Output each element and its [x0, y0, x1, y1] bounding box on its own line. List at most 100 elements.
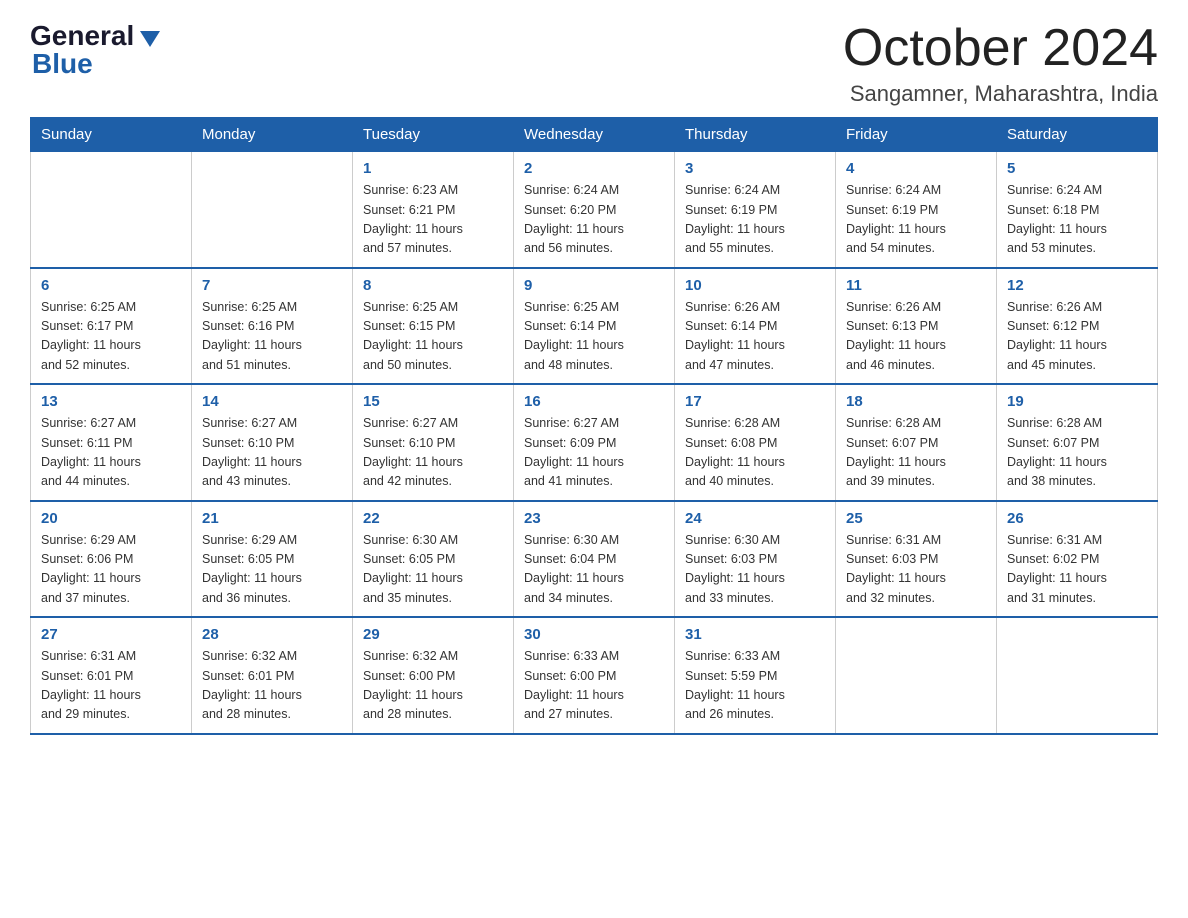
day-info: Sunrise: 6:29 AM Sunset: 6:06 PM Dayligh…	[41, 531, 181, 609]
calendar-cell: 19Sunrise: 6:28 AM Sunset: 6:07 PM Dayli…	[997, 384, 1158, 501]
header-tuesday: Tuesday	[353, 118, 514, 152]
day-info: Sunrise: 6:25 AM Sunset: 6:14 PM Dayligh…	[524, 298, 664, 376]
day-number: 22	[363, 510, 503, 527]
day-number: 19	[1007, 393, 1147, 410]
calendar-header-row: SundayMondayTuesdayWednesdayThursdayFrid…	[31, 118, 1158, 152]
header-monday: Monday	[192, 118, 353, 152]
day-number: 23	[524, 510, 664, 527]
calendar-cell: 6Sunrise: 6:25 AM Sunset: 6:17 PM Daylig…	[31, 268, 192, 385]
calendar-week-row: 27 Sunrise: 6:31 AM Sunset: 6:01 PM Dayli…	[31, 617, 1158, 734]
header-wednesday: Wednesday	[514, 118, 675, 152]
calendar-cell	[192, 152, 353, 268]
day-number: 16	[524, 393, 664, 410]
calendar-table: SundayMondayTuesdayWednesdayThursdayFrid…	[30, 117, 1158, 735]
day-number: 6	[41, 277, 181, 294]
calendar-week-row: 20 Sunrise: 6:29 AM Sunset: 6:06 PM Dayli…	[31, 501, 1158, 618]
day-info: Sunrise: 6:26 AM Sunset: 6:13 PM Dayligh…	[846, 298, 986, 376]
day-number: 28	[202, 626, 342, 643]
day-number: 10	[685, 277, 825, 294]
day-number: 30	[524, 626, 664, 643]
logo: General Blue	[30, 20, 160, 80]
day-number: 24	[685, 510, 825, 527]
day-info: Sunrise: 6:23 AM Sunset: 6:21 PM Dayligh…	[363, 181, 503, 259]
calendar-cell: 11 Sunrise: 6:26 AM Sunset: 6:13 PM Dayli…	[836, 268, 997, 385]
day-info: Sunrise: 6:31 AM Sunset: 6:02 PM Dayligh…	[1007, 531, 1147, 609]
logo-blue-text: Blue	[30, 48, 93, 80]
calendar-week-row: 6Sunrise: 6:25 AM Sunset: 6:17 PM Daylig…	[31, 268, 1158, 385]
calendar-week-row: 1 Sunrise: 6:23 AM Sunset: 6:21 PM Daylig…	[31, 152, 1158, 268]
day-number: 17	[685, 393, 825, 410]
calendar-cell: 4 Sunrise: 6:24 AM Sunset: 6:19 PM Daylig…	[836, 152, 997, 268]
logo-arrow-icon	[140, 31, 160, 47]
day-number: 25	[846, 510, 986, 527]
day-number: 1	[363, 160, 503, 177]
day-number: 15	[363, 393, 503, 410]
day-number: 11	[846, 277, 986, 294]
calendar-cell: 27 Sunrise: 6:31 AM Sunset: 6:01 PM Dayli…	[31, 617, 192, 734]
day-number: 18	[846, 393, 986, 410]
day-info: Sunrise: 6:28 AM Sunset: 6:07 PM Dayligh…	[846, 414, 986, 492]
calendar-cell: 17 Sunrise: 6:28 AM Sunset: 6:08 PM Dayli…	[675, 384, 836, 501]
calendar-cell: 14Sunrise: 6:27 AM Sunset: 6:10 PM Dayli…	[192, 384, 353, 501]
calendar-cell: 2 Sunrise: 6:24 AM Sunset: 6:20 PM Daylig…	[514, 152, 675, 268]
day-info: Sunrise: 6:30 AM Sunset: 6:03 PM Dayligh…	[685, 531, 825, 609]
calendar-cell: 22 Sunrise: 6:30 AM Sunset: 6:05 PM Dayli…	[353, 501, 514, 618]
calendar-cell: 12Sunrise: 6:26 AM Sunset: 6:12 PM Dayli…	[997, 268, 1158, 385]
calendar-cell: 16 Sunrise: 6:27 AM Sunset: 6:09 PM Dayli…	[514, 384, 675, 501]
day-info: Sunrise: 6:24 AM Sunset: 6:18 PM Dayligh…	[1007, 181, 1147, 259]
day-info: Sunrise: 6:26 AM Sunset: 6:14 PM Dayligh…	[685, 298, 825, 376]
calendar-cell: 7 Sunrise: 6:25 AM Sunset: 6:16 PM Daylig…	[192, 268, 353, 385]
day-number: 27	[41, 626, 181, 643]
day-info: Sunrise: 6:28 AM Sunset: 6:08 PM Dayligh…	[685, 414, 825, 492]
day-number: 9	[524, 277, 664, 294]
day-info: Sunrise: 6:27 AM Sunset: 6:10 PM Dayligh…	[363, 414, 503, 492]
day-info: Sunrise: 6:24 AM Sunset: 6:19 PM Dayligh…	[846, 181, 986, 259]
day-info: Sunrise: 6:24 AM Sunset: 6:20 PM Dayligh…	[524, 181, 664, 259]
calendar-cell: 25 Sunrise: 6:31 AM Sunset: 6:03 PM Dayli…	[836, 501, 997, 618]
day-number: 13	[41, 393, 181, 410]
day-info: Sunrise: 6:25 AM Sunset: 6:16 PM Dayligh…	[202, 298, 342, 376]
calendar-week-row: 13Sunrise: 6:27 AM Sunset: 6:11 PM Dayli…	[31, 384, 1158, 501]
calendar-cell: 5 Sunrise: 6:24 AM Sunset: 6:18 PM Daylig…	[997, 152, 1158, 268]
calendar-cell: 1 Sunrise: 6:23 AM Sunset: 6:21 PM Daylig…	[353, 152, 514, 268]
header-sunday: Sunday	[31, 118, 192, 152]
day-info: Sunrise: 6:32 AM Sunset: 6:00 PM Dayligh…	[363, 647, 503, 725]
day-info: Sunrise: 6:32 AM Sunset: 6:01 PM Dayligh…	[202, 647, 342, 725]
calendar-cell: 10 Sunrise: 6:26 AM Sunset: 6:14 PM Dayli…	[675, 268, 836, 385]
calendar-cell: 28 Sunrise: 6:32 AM Sunset: 6:01 PM Dayli…	[192, 617, 353, 734]
calendar-cell	[997, 617, 1158, 734]
day-number: 4	[846, 160, 986, 177]
day-number: 20	[41, 510, 181, 527]
day-info: Sunrise: 6:29 AM Sunset: 6:05 PM Dayligh…	[202, 531, 342, 609]
day-number: 8	[363, 277, 503, 294]
calendar-cell: 18 Sunrise: 6:28 AM Sunset: 6:07 PM Dayli…	[836, 384, 997, 501]
day-info: Sunrise: 6:25 AM Sunset: 6:15 PM Dayligh…	[363, 298, 503, 376]
calendar-cell: 9 Sunrise: 6:25 AM Sunset: 6:14 PM Daylig…	[514, 268, 675, 385]
day-number: 21	[202, 510, 342, 527]
month-title: October 2024	[843, 20, 1158, 77]
title-block: October 2024 Sangamner, Maharashtra, Ind…	[843, 20, 1158, 107]
day-info: Sunrise: 6:30 AM Sunset: 6:04 PM Dayligh…	[524, 531, 664, 609]
day-info: Sunrise: 6:33 AM Sunset: 5:59 PM Dayligh…	[685, 647, 825, 725]
calendar-cell: 26 Sunrise: 6:31 AM Sunset: 6:02 PM Dayli…	[997, 501, 1158, 618]
day-info: Sunrise: 6:24 AM Sunset: 6:19 PM Dayligh…	[685, 181, 825, 259]
day-number: 2	[524, 160, 664, 177]
calendar-cell: 15 Sunrise: 6:27 AM Sunset: 6:10 PM Dayli…	[353, 384, 514, 501]
day-info: Sunrise: 6:27 AM Sunset: 6:09 PM Dayligh…	[524, 414, 664, 492]
day-info: Sunrise: 6:26 AM Sunset: 6:12 PM Dayligh…	[1007, 298, 1147, 376]
day-number: 7	[202, 277, 342, 294]
day-number: 29	[363, 626, 503, 643]
day-number: 26	[1007, 510, 1147, 527]
calendar-cell: 31Sunrise: 6:33 AM Sunset: 5:59 PM Dayli…	[675, 617, 836, 734]
header-saturday: Saturday	[997, 118, 1158, 152]
calendar-cell: 21 Sunrise: 6:29 AM Sunset: 6:05 PM Dayli…	[192, 501, 353, 618]
calendar-cell: 29 Sunrise: 6:32 AM Sunset: 6:00 PM Dayli…	[353, 617, 514, 734]
day-number: 3	[685, 160, 825, 177]
day-number: 5	[1007, 160, 1147, 177]
calendar-cell: 13Sunrise: 6:27 AM Sunset: 6:11 PM Dayli…	[31, 384, 192, 501]
day-info: Sunrise: 6:31 AM Sunset: 6:03 PM Dayligh…	[846, 531, 986, 609]
header-thursday: Thursday	[675, 118, 836, 152]
day-info: Sunrise: 6:31 AM Sunset: 6:01 PM Dayligh…	[41, 647, 181, 725]
day-info: Sunrise: 6:30 AM Sunset: 6:05 PM Dayligh…	[363, 531, 503, 609]
calendar-cell: 3 Sunrise: 6:24 AM Sunset: 6:19 PM Daylig…	[675, 152, 836, 268]
